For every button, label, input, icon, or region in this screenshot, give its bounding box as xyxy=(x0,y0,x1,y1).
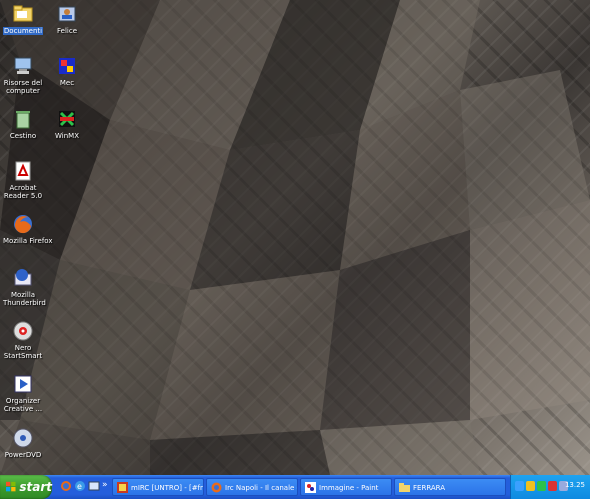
messenger-tray-icon[interactable] xyxy=(548,481,557,491)
dvd-icon xyxy=(13,428,33,448)
task-paint[interactable]: Immagine - Paint xyxy=(300,478,392,496)
acrobat-reader-icon xyxy=(15,161,31,181)
nero-icon[interactable]: Nero StartSmart xyxy=(3,320,43,360)
firefox-globe-icon xyxy=(14,215,32,234)
network-tray-icon[interactable] xyxy=(515,481,524,491)
network-icon[interactable]: Risorse del computer xyxy=(3,55,43,95)
antivirus-tray-icon[interactable] xyxy=(537,481,546,491)
mirc-icon xyxy=(117,482,128,493)
computer-icon xyxy=(14,57,32,74)
recycle-bin-icon[interactable]: Cestino xyxy=(3,108,43,140)
show-desktop-quicklaunch-icon[interactable] xyxy=(88,480,100,492)
quicklaunch-expand-icon[interactable]: » xyxy=(102,480,108,490)
thunderbird-icon[interactable]: Mozilla Thunderbird xyxy=(3,267,46,307)
firefox-quicklaunch-icon[interactable] xyxy=(60,480,72,492)
svg-text:e: e xyxy=(77,482,82,491)
start-button[interactable]: start xyxy=(0,475,52,499)
task-ferrara-folder[interactable]: FERRARA xyxy=(394,478,506,496)
powerdvd-icon[interactable]: PowerDVD xyxy=(3,427,43,459)
task-irc-napoli[interactable]: Irc Napoli - Il canale c... xyxy=(206,478,298,496)
folder-icon xyxy=(13,5,33,22)
volume-tray-icon[interactable] xyxy=(526,481,535,491)
user-folder-icon xyxy=(58,6,76,22)
paint-icon xyxy=(305,482,316,493)
internet-explorer-quicklaunch-icon[interactable]: e xyxy=(74,480,86,492)
felice-icon[interactable]: Felice xyxy=(47,3,87,35)
start-label: start xyxy=(19,480,52,494)
winmx-icon[interactable]: WinMX xyxy=(47,108,87,140)
thunderbird-bird-icon xyxy=(14,269,32,286)
documents-icon[interactable]: Documenti xyxy=(3,3,43,35)
recycle-icon xyxy=(16,111,30,129)
windows-flag-icon xyxy=(6,481,16,492)
task-mirc[interactable]: mIRC [UNTRO] - [#fn... xyxy=(112,478,204,496)
desktop-background: Documenti Risorse del computer Cestino A… xyxy=(0,0,590,475)
firefox-task-icon xyxy=(211,482,222,493)
organizer-play-icon xyxy=(14,375,32,393)
taskbar-clock[interactable]: 13.25 xyxy=(565,481,585,489)
nero-disc-icon xyxy=(13,321,33,341)
winmx-app-icon xyxy=(59,111,75,127)
taskbar: start e » mIRC [UNTRO] - [#fn... Irc Nap… xyxy=(0,475,590,499)
mec-icon[interactable]: Mec xyxy=(47,55,87,87)
organizer-icon[interactable]: Organizer Creative ... xyxy=(3,373,43,413)
acrobat-icon[interactable]: Acrobat Reader 5.0 xyxy=(3,160,43,200)
folder-task-icon xyxy=(399,483,410,492)
mec-app-icon xyxy=(59,58,75,74)
firefox-icon[interactable]: Mozilla Firefox xyxy=(3,213,53,245)
system-tray: 13.25 xyxy=(510,475,590,499)
stone-wall-wallpaper xyxy=(0,0,590,475)
